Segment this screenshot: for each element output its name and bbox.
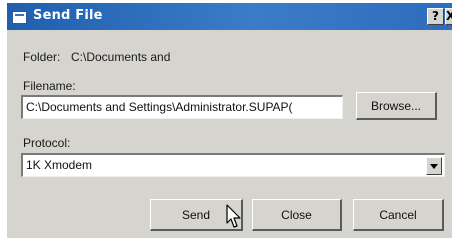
window-title: Send File bbox=[33, 8, 103, 23]
help-button[interactable]: ? bbox=[427, 8, 444, 25]
filename-input[interactable]: C:\Documents and Settings\Administrator.… bbox=[21, 95, 343, 119]
protocol-select[interactable]: 1K Xmodem bbox=[21, 153, 445, 177]
folder-label: Folder: bbox=[23, 50, 61, 64]
close-button[interactable]: Close bbox=[252, 199, 342, 231]
title-bar[interactable]: Send File ? X bbox=[7, 3, 452, 30]
filename-label: Filename: bbox=[23, 79, 76, 93]
mouse-pointer-icon bbox=[226, 204, 241, 228]
protocol-label: Protocol: bbox=[23, 136, 71, 150]
folder-path: C:\Documents and bbox=[71, 50, 171, 64]
protocol-selected-value: 1K Xmodem bbox=[26, 158, 93, 172]
window-icon bbox=[12, 11, 27, 24]
chevron-down-icon[interactable] bbox=[426, 157, 442, 175]
cancel-button[interactable]: Cancel bbox=[353, 199, 444, 231]
close-window-button[interactable]: X bbox=[445, 8, 452, 25]
browse-button[interactable]: Browse... bbox=[356, 92, 437, 120]
send-file-dialog: Send File ? X Folder: C:\Documents and F… bbox=[6, 2, 452, 238]
